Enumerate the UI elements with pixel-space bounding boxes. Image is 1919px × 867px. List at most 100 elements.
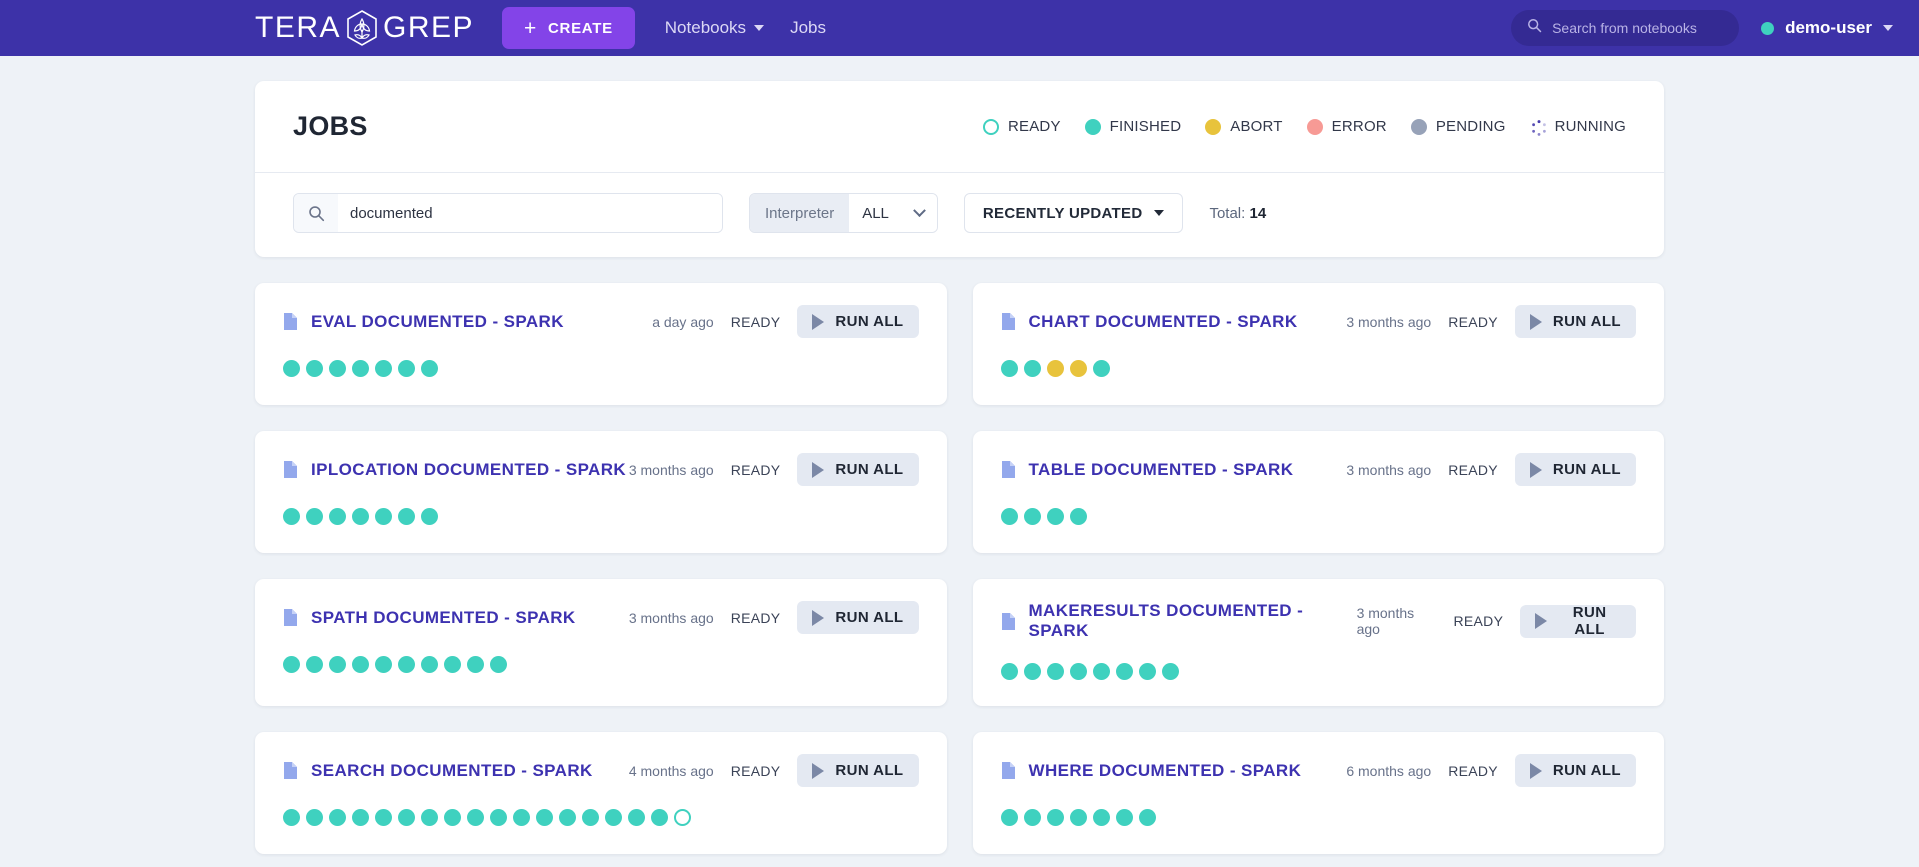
brand-logo[interactable]: TERA GREP: [255, 9, 474, 47]
paragraph-status-dot-finished[interactable]: [1046, 809, 1064, 826]
paragraph-status-dot-finished[interactable]: [375, 809, 392, 826]
paragraph-status-dot-finished[interactable]: [1000, 809, 1018, 826]
paragraph-status-dot-finished[interactable]: [559, 809, 576, 826]
job-title[interactable]: EVAL DOCUMENTED - SPARK: [311, 312, 564, 332]
paragraph-status-dot-finished[interactable]: [536, 809, 553, 826]
create-button[interactable]: + CREATE: [502, 7, 635, 49]
paragraph-status-dot-finished[interactable]: [352, 809, 369, 826]
paragraph-status-dot-finished[interactable]: [329, 360, 346, 377]
paragraph-status-dot-finished[interactable]: [651, 809, 668, 826]
paragraph-status-dot-finished[interactable]: [1000, 360, 1018, 377]
paragraph-status-dot-abort[interactable]: [1069, 360, 1087, 377]
paragraph-status-dot-finished[interactable]: [329, 809, 346, 826]
paragraph-status-dot-finished[interactable]: [1023, 508, 1041, 525]
paragraph-status-dot-finished[interactable]: [1115, 663, 1133, 680]
job-card[interactable]: WHERE DOCUMENTED - SPARK 6 months ago RE…: [972, 732, 1664, 854]
paragraph-status-dot-finished[interactable]: [1023, 360, 1041, 377]
paragraph-status-dot-finished[interactable]: [1092, 663, 1110, 680]
interpreter-select[interactable]: ALL: [849, 194, 937, 232]
paragraph-status-dot-finished[interactable]: [421, 360, 438, 377]
job-title[interactable]: SEARCH DOCUMENTED - SPARK: [311, 761, 593, 781]
paragraph-status-dot-finished[interactable]: [1069, 809, 1087, 826]
global-search-box[interactable]: Search from notebooks: [1511, 10, 1740, 46]
paragraph-status-dot-finished[interactable]: [398, 656, 415, 673]
paragraph-status-dot-finished[interactable]: [306, 809, 323, 826]
job-card[interactable]: SPATH DOCUMENTED - SPARK 3 months ago RE…: [255, 579, 947, 706]
nav-item-notebooks[interactable]: Notebooks: [665, 18, 765, 38]
run-all-button[interactable]: RUN ALL: [1520, 604, 1636, 638]
paragraph-status-dot-finished[interactable]: [283, 656, 300, 673]
paragraph-status-dot-finished[interactable]: [1069, 508, 1087, 525]
paragraph-status-dot-finished[interactable]: [398, 360, 415, 377]
job-title[interactable]: WHERE DOCUMENTED - SPARK: [1029, 761, 1302, 781]
paragraph-status-dot-finished[interactable]: [283, 508, 300, 525]
paragraph-status-dot-finished[interactable]: [467, 809, 484, 826]
paragraph-status-dot-finished[interactable]: [375, 508, 392, 525]
paragraph-status-dot-finished[interactable]: [1092, 809, 1110, 826]
paragraph-status-dot-finished[interactable]: [352, 360, 369, 377]
paragraph-status-dot-finished[interactable]: [283, 809, 300, 826]
paragraph-status-dot-abort[interactable]: [1046, 360, 1064, 377]
run-all-button[interactable]: RUN ALL: [797, 601, 919, 634]
job-card[interactable]: CHART DOCUMENTED - SPARK 3 months ago RE…: [972, 283, 1664, 405]
paragraph-status-dot-finished[interactable]: [1046, 663, 1064, 680]
paragraph-status-dot-finished[interactable]: [444, 656, 461, 673]
run-all-button[interactable]: RUN ALL: [1514, 754, 1636, 787]
job-title[interactable]: CHART DOCUMENTED - SPARK: [1029, 312, 1298, 332]
paragraph-status-dot-finished[interactable]: [1069, 663, 1087, 680]
paragraph-status-dot-finished[interactable]: [398, 508, 415, 525]
paragraph-status-dot-finished[interactable]: [1138, 809, 1156, 826]
paragraph-status-dot-finished[interactable]: [1023, 809, 1041, 826]
paragraph-status-dot-finished[interactable]: [1138, 663, 1156, 680]
paragraph-status-dot-finished[interactable]: [329, 656, 346, 673]
user-menu[interactable]: demo-user: [1761, 18, 1893, 38]
paragraph-status-dot-finished[interactable]: [352, 508, 369, 525]
paragraph-status-dot-finished[interactable]: [306, 656, 323, 673]
paragraph-status-dot-finished[interactable]: [352, 656, 369, 673]
paragraph-status-dot-finished[interactable]: [421, 508, 438, 525]
job-card[interactable]: SEARCH DOCUMENTED - SPARK 4 months ago R…: [255, 732, 947, 854]
paragraph-status-dot-finished[interactable]: [329, 508, 346, 525]
paragraph-status-dot-finished[interactable]: [582, 809, 599, 826]
paragraph-status-dot-finished[interactable]: [283, 360, 300, 377]
paragraph-status-dot-finished[interactable]: [306, 360, 323, 377]
paragraph-status-dot-finished[interactable]: [490, 656, 507, 673]
paragraph-status-dot-finished[interactable]: [1000, 663, 1018, 680]
run-all-button[interactable]: RUN ALL: [1514, 453, 1636, 486]
nav-item-jobs[interactable]: Jobs: [790, 18, 826, 38]
paragraph-status-dot-finished[interactable]: [628, 809, 645, 826]
jobs-search-box[interactable]: [293, 193, 723, 233]
sort-dropdown[interactable]: RECENTLY UPDATED: [963, 193, 1184, 233]
run-all-button[interactable]: RUN ALL: [797, 305, 919, 338]
job-card[interactable]: MAKERESULTS DOCUMENTED - SPARK 3 months …: [972, 579, 1664, 706]
paragraph-status-dot-finished[interactable]: [421, 809, 438, 826]
paragraph-status-dot-finished[interactable]: [1115, 809, 1133, 826]
jobs-search-input[interactable]: [338, 194, 722, 232]
run-all-button[interactable]: RUN ALL: [797, 754, 919, 787]
paragraph-status-dot-finished[interactable]: [375, 360, 392, 377]
paragraph-status-dot-finished[interactable]: [398, 809, 415, 826]
paragraph-status-dot-finished[interactable]: [1046, 508, 1064, 525]
run-all-button[interactable]: RUN ALL: [1514, 305, 1636, 338]
paragraph-status-dot-finished[interactable]: [490, 809, 507, 826]
job-card[interactable]: IPLOCATION DOCUMENTED - SPARK 3 months a…: [255, 431, 947, 553]
job-title[interactable]: IPLOCATION DOCUMENTED - SPARK: [311, 460, 626, 480]
paragraph-status-dot-finished[interactable]: [467, 656, 484, 673]
job-title[interactable]: SPATH DOCUMENTED - SPARK: [311, 608, 576, 628]
paragraph-status-dot-finished[interactable]: [306, 508, 323, 525]
paragraph-status-dot-finished[interactable]: [1023, 663, 1041, 680]
paragraph-status-dot-finished[interactable]: [1000, 508, 1018, 525]
paragraph-status-dot-finished[interactable]: [605, 809, 622, 826]
paragraph-status-dot-ready[interactable]: [674, 809, 691, 826]
interpreter-filter[interactable]: Interpreter ALL: [749, 193, 938, 233]
paragraph-status-dot-finished[interactable]: [421, 656, 438, 673]
paragraph-status-dot-finished[interactable]: [1092, 360, 1110, 377]
paragraph-status-dot-finished[interactable]: [444, 809, 461, 826]
job-card[interactable]: TABLE DOCUMENTED - SPARK 3 months ago RE…: [972, 431, 1664, 553]
run-all-button[interactable]: RUN ALL: [797, 453, 919, 486]
job-card[interactable]: EVAL DOCUMENTED - SPARK a day ago READY …: [255, 283, 947, 405]
paragraph-status-dot-finished[interactable]: [375, 656, 392, 673]
job-title[interactable]: MAKERESULTS DOCUMENTED - SPARK: [1029, 601, 1357, 641]
job-title[interactable]: TABLE DOCUMENTED - SPARK: [1029, 460, 1294, 480]
paragraph-status-dot-finished[interactable]: [513, 809, 530, 826]
